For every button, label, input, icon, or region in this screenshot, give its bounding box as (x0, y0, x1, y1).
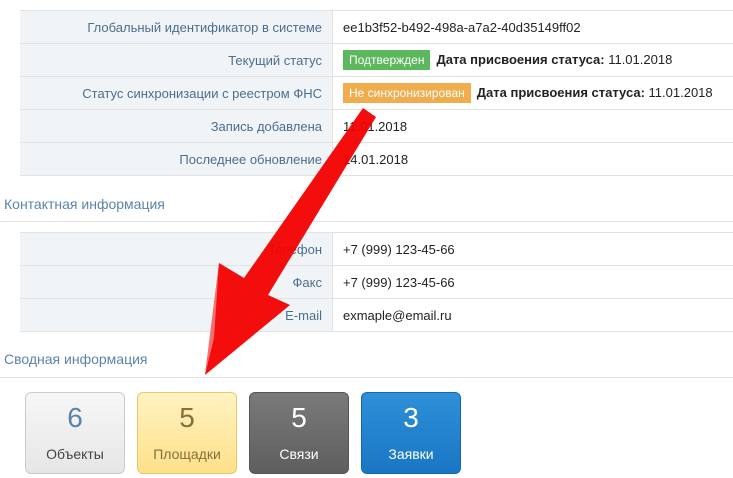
sync-status-label: Статус синхронизации с реестром ФНС (20, 76, 333, 110)
sync-date-value: 11.01.2018 (648, 85, 713, 100)
global-id-value: ee1b3f52-b492-498a-a7a2-40d35149ff02 (332, 10, 733, 44)
phone-label: Телефон (20, 232, 333, 266)
sites-label: Площадки (153, 446, 221, 462)
table-row: Глобальный идентификатор в системе ee1b3… (20, 10, 733, 44)
status-badge-not-synced: Не синхронизирован (343, 83, 471, 103)
global-id-label: Глобальный идентификатор в системе (20, 10, 333, 44)
sites-tile[interactable]: 5 Площадки (137, 392, 237, 474)
status-badge-confirmed: Подтвержден (343, 50, 431, 70)
objects-tile[interactable]: 6 Объекты (25, 392, 125, 474)
sync-status-value: Не синхронизирован Дата присвоения статус… (332, 76, 733, 110)
table-row: Запись добавлена 11.01.2018 (20, 109, 733, 143)
updated-label: Последнее обновление (20, 142, 333, 176)
fax-label: Факс (20, 265, 333, 299)
summary-section-title: Сводная информация (0, 351, 733, 378)
email-value: exmaple@email.ru (332, 298, 733, 332)
table-row: Статус синхронизации с реестром ФНС Не с… (20, 76, 733, 110)
table-row: E-mail exmaple@email.ru (20, 298, 733, 332)
objects-count: 6 (67, 402, 83, 433)
objects-label: Объекты (46, 446, 104, 462)
added-value: 11.01.2018 (332, 109, 733, 143)
table-row: Текущий статус Подтвержден Дата присвоени… (20, 43, 733, 77)
table-row: Телефон +7 (999) 123-45-66 (20, 232, 733, 266)
requests-count: 3 (403, 402, 419, 433)
status-date-label: Дата присвоения статуса: (436, 52, 605, 67)
table-row: Факс +7 (999) 123-45-66 (20, 265, 733, 299)
sync-date-label: Дата присвоения статуса: (476, 85, 645, 100)
requests-tile[interactable]: 3 Заявки (361, 392, 461, 474)
links-label: Связи (279, 446, 319, 462)
current-status-label: Текущий статус (20, 43, 333, 77)
added-label: Запись добавлена (20, 109, 333, 143)
links-tile[interactable]: 5 Связи (249, 392, 349, 474)
status-date-value: 11.01.2018 (608, 52, 673, 67)
updated-value: 14.01.2018 (332, 142, 733, 176)
table-row: Последнее обновление 14.01.2018 (20, 142, 733, 176)
contact-section-title: Контактная информация (0, 196, 733, 222)
links-count: 5 (291, 402, 307, 433)
sites-count: 5 (179, 402, 195, 433)
email-label: E-mail (20, 298, 333, 332)
current-status-value: Подтвержден Дата присвоения статуса: 11.0… (332, 43, 733, 77)
fax-value: +7 (999) 123-45-66 (332, 265, 733, 299)
phone-value: +7 (999) 123-45-66 (332, 232, 733, 266)
requests-label: Заявки (388, 446, 434, 462)
contact-info-table: Телефон +7 (999) 123-45-66 Факс +7 (999)… (20, 232, 733, 332)
general-info-table: Глобальный идентификатор в системе ee1b3… (20, 10, 733, 176)
